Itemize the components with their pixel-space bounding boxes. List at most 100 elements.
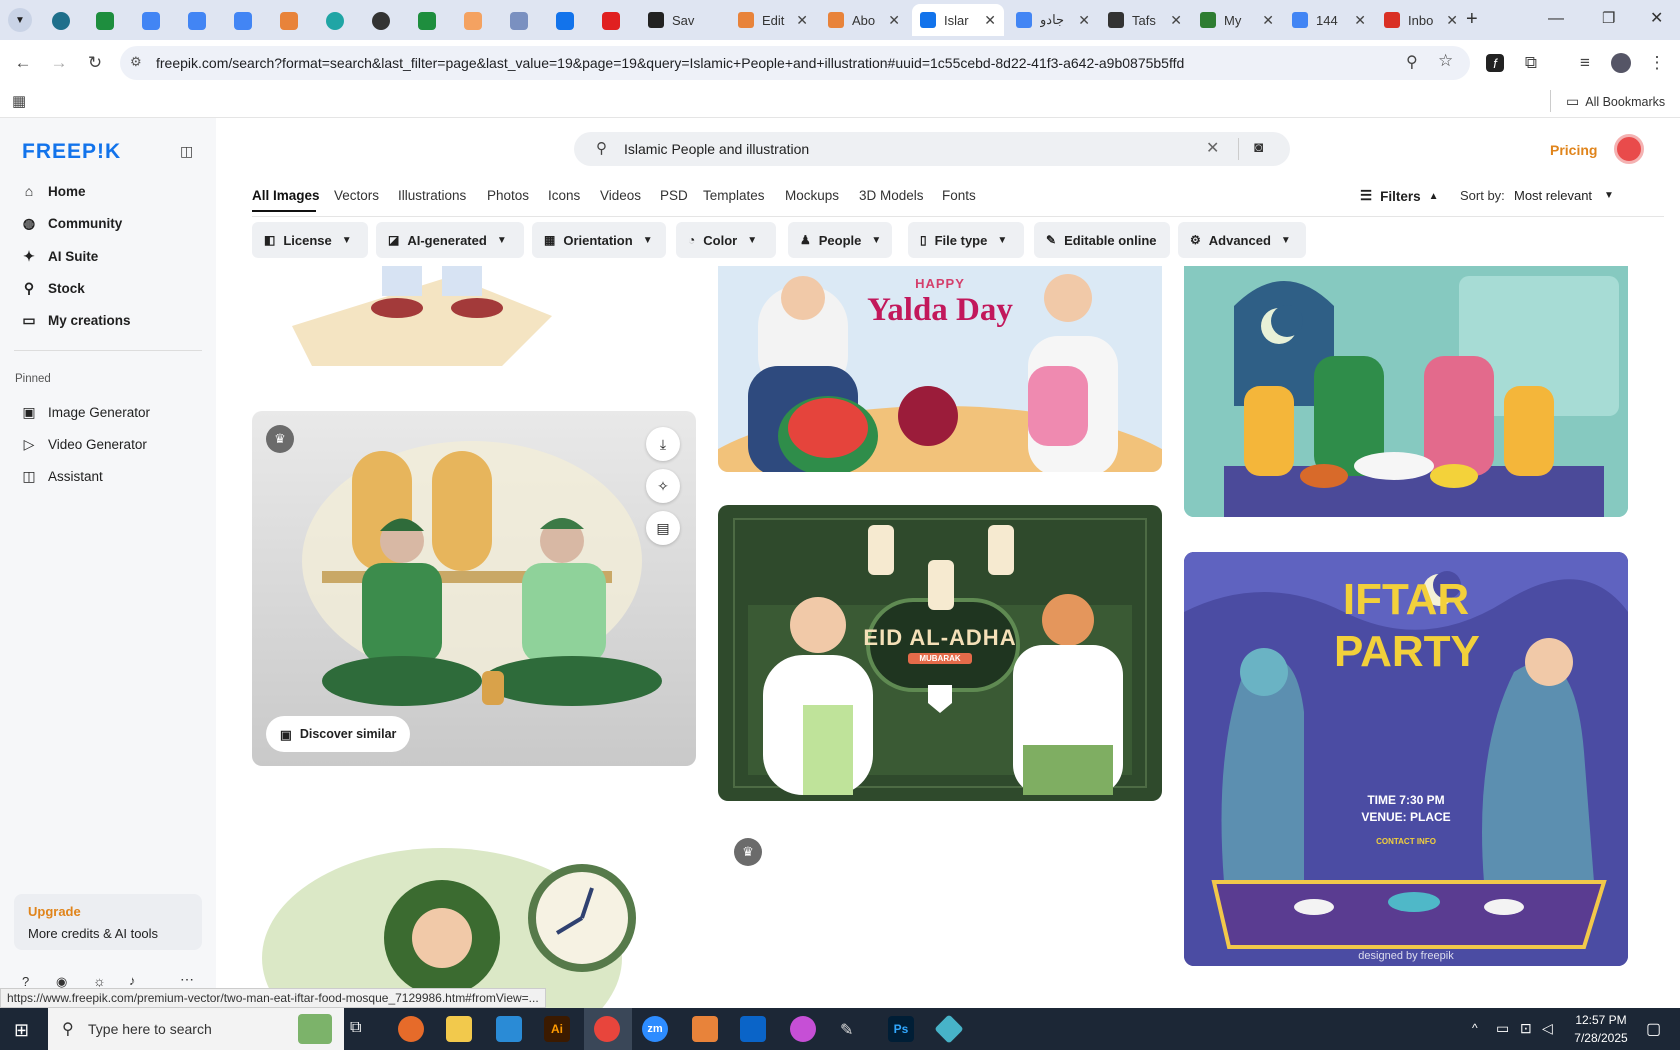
close-icon[interactable]: ✕: [1354, 12, 1366, 29]
tab-3d-models[interactable]: 3D Models: [859, 188, 924, 203]
tab-fonts[interactable]: Fonts: [942, 188, 976, 203]
chip-people[interactable]: ♟ People ▼: [788, 222, 892, 258]
minimize-icon[interactable]: —: [1548, 10, 1564, 28]
tab-psd[interactable]: PSD: [660, 188, 688, 203]
pinned-tab-8[interactable]: [372, 12, 390, 30]
pinned-tab-4[interactable]: [188, 12, 206, 30]
pinned-tab-13[interactable]: [602, 12, 620, 30]
pinned-tab-12[interactable]: [556, 12, 574, 30]
chrome-icon[interactable]: [594, 1016, 620, 1042]
tab-6[interactable]: My ✕: [1192, 4, 1282, 36]
outlook-icon[interactable]: [740, 1016, 766, 1042]
pinned-tab-5[interactable]: [234, 12, 252, 30]
tab-vectors[interactable]: Vectors: [334, 188, 379, 203]
search-input[interactable]: [624, 141, 1184, 157]
sidebar-item-my-creations[interactable]: ▭ My creations: [20, 306, 130, 334]
bookmark-star-icon[interactable]: ☆: [1438, 51, 1453, 71]
media-controls-icon[interactable]: ≡: [1574, 52, 1596, 74]
download-icon[interactable]: ⤓: [646, 427, 680, 461]
close-icon[interactable]: ✕: [1262, 12, 1274, 29]
all-bookmarks-button[interactable]: ▭ All Bookmarks: [1566, 93, 1665, 110]
app-diamond-icon[interactable]: [934, 1014, 964, 1044]
chip-advanced[interactable]: ⚙ Advanced ▼: [1178, 222, 1306, 258]
tab-8[interactable]: Inbo ✕: [1376, 4, 1466, 36]
pinned-tab-10[interactable]: [464, 12, 482, 30]
file-explorer-icon[interactable]: [446, 1016, 472, 1042]
sidebar-item-community[interactable]: ◍ Community: [20, 209, 122, 237]
discover-similar-button[interactable]: ▣ Discover similar: [266, 716, 411, 752]
tab-0[interactable]: Sav: [640, 4, 726, 36]
extensions-puzzle-icon[interactable]: ⧉: [1520, 52, 1542, 74]
task-view-icon[interactable]: ⧉: [350, 1019, 361, 1037]
profile-avatar[interactable]: [1610, 52, 1632, 74]
result-card-yalda[interactable]: HAPPY Yalda Day: [718, 266, 1162, 472]
result-card-eid[interactable]: EID AL-ADHA MUBARAK: [718, 505, 1162, 801]
clear-search-icon[interactable]: ✕: [1206, 138, 1219, 158]
tab-1[interactable]: Edit ✕: [730, 4, 816, 36]
windows-start-icon[interactable]: ⊞: [14, 1020, 29, 1041]
extension-f-icon[interactable]: f: [1484, 52, 1506, 74]
result-card-iftar-party[interactable]: IFTAR PARTY TIME 7:30 PM VENUE: PLACE CO…: [1184, 552, 1628, 966]
illustrator-icon[interactable]: Ai: [544, 1016, 570, 1042]
tab-mockups[interactable]: Mockups: [785, 188, 839, 203]
site-info-icon[interactable]: ⚙: [130, 54, 142, 70]
pricing-link[interactable]: Pricing: [1550, 142, 1597, 158]
user-avatar[interactable]: [1614, 134, 1644, 164]
tray-chevron-icon[interactable]: ^: [1472, 1021, 1478, 1035]
restore-icon[interactable]: ❐: [1602, 9, 1615, 27]
chip-editable-online[interactable]: ✎ Editable online: [1034, 222, 1170, 258]
tab-photos[interactable]: Photos: [487, 188, 529, 203]
help-icon[interactable]: ?: [22, 974, 29, 989]
pinned-tab-3[interactable]: [142, 12, 160, 30]
sidebar-item-video-generator[interactable]: ▷ Video Generator: [20, 430, 147, 458]
forward-icon[interactable]: →: [48, 52, 70, 74]
reload-icon[interactable]: ↻: [84, 52, 106, 74]
tab-5[interactable]: Tafs ✕: [1100, 4, 1190, 36]
xampp-icon[interactable]: [692, 1016, 718, 1042]
address-bar[interactable]: ⚙ freepik.com/search?format=search&last_…: [120, 46, 1470, 80]
clock-time[interactable]: 12:57 PM: [1566, 1013, 1636, 1027]
notifications-icon[interactable]: ▢: [1646, 1019, 1661, 1039]
sidebar-item-assistant[interactable]: ◫ Assistant: [20, 462, 102, 490]
freepik-logo[interactable]: FREEP!K: [22, 140, 121, 164]
tab-3-active[interactable]: Islar ✕: [912, 4, 1004, 36]
taskbar-search[interactable]: ⚲ Type here to search: [48, 1008, 344, 1050]
browser-menu-icon[interactable]: ⋮: [1646, 52, 1668, 74]
pinned-tab-2[interactable]: [96, 12, 114, 30]
firefox-icon[interactable]: [398, 1016, 424, 1042]
network-icon[interactable]: ⊡: [1520, 1020, 1532, 1037]
theme-sun-icon[interactable]: ☼: [93, 973, 106, 989]
chip-ai-generated[interactable]: ◪ AI-generated ▼: [376, 222, 524, 258]
close-icon[interactable]: ✕: [984, 12, 996, 29]
pinned-tab-11[interactable]: [510, 12, 528, 30]
chip-color[interactable]: ◔ Color ▼: [676, 222, 776, 258]
upgrade-card[interactable]: Upgrade More credits & AI tools: [14, 894, 202, 950]
apps-grid-icon[interactable]: ▦: [12, 92, 26, 110]
pinned-tab-7[interactable]: [326, 12, 344, 30]
result-card-men-eating[interactable]: ♛ ⤓ ✧ ▤ ▣ Discover similar: [252, 411, 696, 766]
zoom-icon[interactable]: ⚲: [1406, 52, 1418, 72]
pen-tool-icon[interactable]: ✎: [840, 1020, 853, 1040]
window-close-icon[interactable]: ✕: [1650, 8, 1663, 28]
chip-license[interactable]: ◧ License ▼: [252, 222, 368, 258]
zoom-app-icon[interactable]: zm: [642, 1016, 668, 1042]
close-icon[interactable]: ✕: [1170, 12, 1182, 29]
tab-7[interactable]: 144 ✕: [1284, 4, 1374, 36]
pinned-tab-6[interactable]: [280, 12, 298, 30]
sidebar-item-image-generator[interactable]: ▣ Image Generator: [20, 398, 150, 426]
sidebar-item-ai-suite[interactable]: ✦ AI Suite: [20, 242, 98, 270]
volume-icon[interactable]: ◁: [1542, 1020, 1553, 1037]
photoshop-icon[interactable]: Ps: [888, 1016, 914, 1042]
tab-illustrations[interactable]: Illustrations: [398, 188, 466, 203]
sort-dropdown[interactable]: Most relevant ▼: [1514, 188, 1614, 203]
sidebar-item-home[interactable]: ⌂ Home: [20, 177, 86, 205]
filters-toggle[interactable]: ☰ Filters ▲: [1360, 188, 1439, 204]
tab-2[interactable]: Abo ✕: [820, 4, 908, 36]
result-card-clock[interactable]: [252, 818, 696, 1008]
tray-display-icon[interactable]: ▭: [1496, 1020, 1509, 1037]
vscode-icon[interactable]: [496, 1016, 522, 1042]
tab-templates[interactable]: Templates: [703, 188, 765, 203]
add-to-collection-icon[interactable]: ▤: [646, 511, 680, 545]
close-icon[interactable]: ✕: [1446, 12, 1458, 29]
chip-file-type[interactable]: ▯ File type ▼: [908, 222, 1024, 258]
